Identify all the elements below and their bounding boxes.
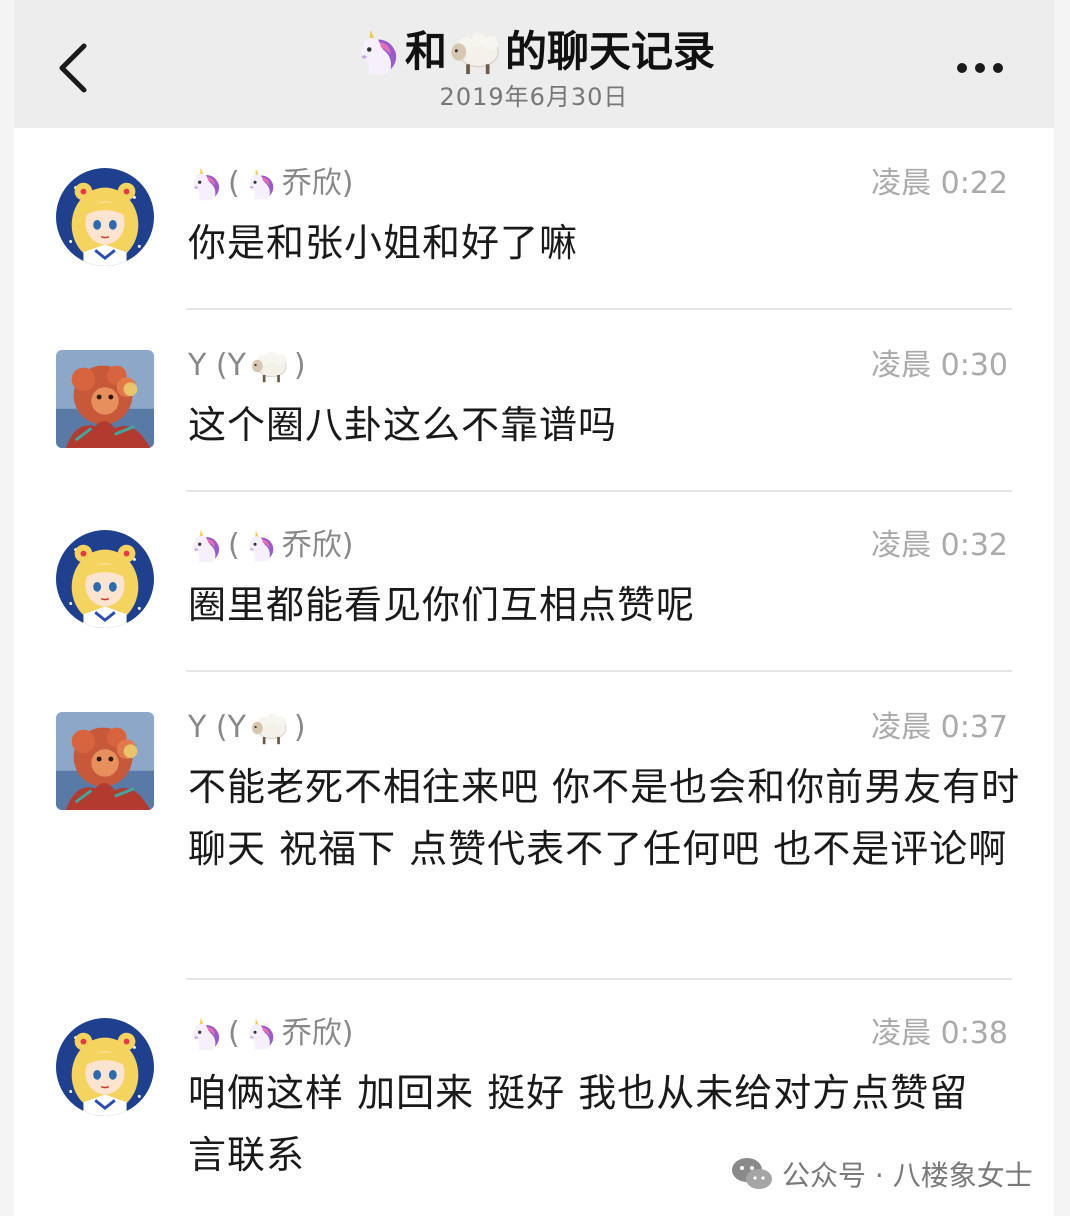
chat-message[interactable]: ( 乔欣) 凌晨 0:32 圈里都能看见你们互相点赞呢 [14,512,1054,672]
sender-label: 乔欣) [281,166,354,201]
header-title-block: 和 的聊天记录 2019年6月30日 [14,24,1054,113]
avatar[interactable] [56,1018,154,1116]
message-text: 圈里都能看见你们互相点赞呢 [188,583,696,627]
sailor-moon-avatar [56,1018,154,1116]
page-title-text: 的聊天记录 [505,27,716,76]
chat-date: 2019年6月30日 [439,83,629,111]
unicorn-emoji-icon [244,529,278,563]
page-title: 和 的聊天记录 [353,24,715,80]
page-title-connector: 和 [404,27,447,76]
watermark: 公众号 · 八楼象女士 [730,1152,1033,1196]
message-text: 这个圈八卦这么不靠谱吗 [188,403,618,447]
more-dots-icon [957,63,1003,73]
sender-paren-open: ( [228,1016,240,1051]
sender-name: Y (Y ) [188,708,306,748]
sender-label: 乔欣) [281,1016,354,1051]
teddy-bear-avatar [56,712,154,810]
top-navigation-bar: 和 的聊天记录 2019年6月30日 [14,0,1054,128]
unicorn-emoji-icon [244,167,278,201]
unicorn-emoji-icon [353,27,403,77]
avatar[interactable] [56,168,154,266]
sender-label: 乔欣) [281,528,354,563]
sender-name: ( 乔欣) [188,526,353,566]
unicorn-emoji-icon [188,166,224,202]
unicorn-emoji-icon [244,1017,278,1051]
sender-label: Y (Y [188,710,246,745]
avatar[interactable] [56,712,154,810]
sender-name: Y (Y ) [188,346,306,386]
sender-paren-close: ) [293,348,306,383]
chat-message[interactable]: ( 乔欣) 凌晨 0:22 你是和张小姐和好了嘛 [14,150,1054,310]
sender-name: ( 乔欣) [188,1014,353,1054]
message-divider [186,670,1012,672]
message-time: 凌晨 0:38 [871,1016,1008,1051]
sender-name: ( 乔欣) [188,164,353,204]
chat-message[interactable]: Y (Y ) 凌晨 0:30 这个圈八卦这么不靠谱吗 [14,330,1054,490]
message-time: 凌晨 0:32 [871,528,1008,563]
message-divider [186,490,1012,492]
message-time: 凌晨 0:37 [871,710,1008,745]
sender-paren-close: ) [293,710,306,745]
more-button[interactable] [952,50,1012,86]
sender-label: Y (Y [188,348,246,383]
message-time: 凌晨 0:30 [871,348,1008,383]
wechat-logo-icon [732,1158,772,1189]
watermark-text: 公众号 · 八楼象女士 [782,1159,1033,1192]
message-text: 不能老死不相往来吧 你不是也会和你前男友有时聊天 祝福下 点赞代表不了任何吧 也… [188,765,1021,871]
sheep-emoji-icon [250,710,290,746]
sender-paren-open: ( [228,166,240,201]
teddy-bear-avatar [56,350,154,448]
unicorn-emoji-icon [188,528,224,564]
message-time: 凌晨 0:22 [871,166,1008,201]
sender-paren-open: ( [228,528,240,563]
chat-message[interactable]: Y (Y ) 凌晨 0:37 不能老死不相往来吧 你不是也会和你前男友有时聊天 … [14,692,1054,978]
message-divider [186,978,1012,980]
avatar[interactable] [56,530,154,628]
chat-history-screen: 和 的聊天记录 2019年6月30日 ( 乔欣) 凌晨 0:22 你是和张小姐和… [14,0,1054,1216]
sailor-moon-avatar [56,530,154,628]
avatar[interactable] [56,350,154,448]
sailor-moon-avatar [56,168,154,266]
unicorn-emoji-icon [188,1016,224,1052]
message-text: 你是和张小姐和好了嘛 [188,221,579,265]
sheep-emoji-icon [449,27,503,77]
message-divider [186,308,1012,310]
sheep-emoji-icon [250,348,290,384]
